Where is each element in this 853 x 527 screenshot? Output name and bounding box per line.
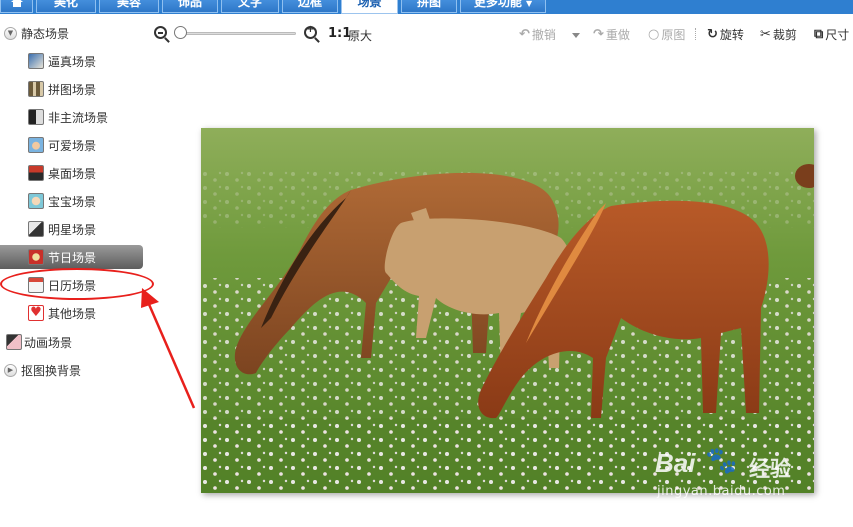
realistic-scene-icon: [28, 53, 44, 69]
watermark-brand-cn: 经验: [749, 457, 791, 481]
crop-icon: ✂: [760, 26, 771, 42]
resize-button[interactable]: ⧉ 尺寸: [814, 26, 849, 42]
chevron-down-icon: ▼: [526, 0, 533, 8]
app-window: 美化 美容 饰品 文字 边框 场景 拼图 更多功能 ▼ ▼ 静态场景 逼真场景 …: [0, 0, 853, 527]
toolbar-divider: [695, 28, 696, 40]
zoom-slider-knob[interactable]: [174, 26, 187, 39]
undo-label: 撤销: [531, 27, 556, 42]
baidu-watermark: Bai 🐾 经验 jingyan.baidu.com: [655, 440, 815, 510]
sidebar-item-label: 宝宝场景: [48, 194, 97, 209]
sidebar-item-festival[interactable]: 节日场景: [0, 245, 143, 269]
crop-button[interactable]: ✂ 裁剪: [760, 26, 797, 42]
tab-beauty[interactable]: 美容: [99, 0, 159, 13]
sidebar-item-label: 非主流场景: [48, 110, 109, 125]
zoom-slider-track[interactable]: [180, 32, 296, 35]
tab-frame[interactable]: 边框: [282, 0, 338, 13]
horses-photo: [201, 128, 814, 493]
redo-label: 重做: [605, 27, 630, 42]
sidebar-item-desktop[interactable]: 桌面场景: [0, 162, 143, 184]
watermark-url: jingyan.baidu.com: [657, 484, 786, 499]
group-static-label: 静态场景: [21, 26, 70, 41]
alternative-scene-icon: [28, 109, 44, 125]
tab-accessories[interactable]: 饰品: [162, 0, 218, 13]
crop-label: 裁剪: [772, 27, 797, 42]
collage-scene-icon: [28, 81, 44, 97]
sidebar-item-label: 可爱场景: [48, 138, 97, 153]
rotate-icon: ↻: [707, 26, 718, 42]
image-toolbar: 1:1 原大 ↶ 撤销 ↷ 重做 ○ 原图 ↻ 旋转 ✂ 裁剪 ⧉ 尺寸: [150, 22, 853, 46]
original-image-button[interactable]: ○ 原图: [648, 26, 685, 42]
redo-button[interactable]: ↷ 重做: [593, 26, 630, 42]
sidebar-item-other[interactable]: ♥ 其他场景: [0, 302, 143, 324]
paw-icon: 🐾: [705, 446, 738, 476]
sidebar-item-realistic[interactable]: 逼真场景: [0, 50, 143, 72]
zoom-out-icon[interactable]: [154, 26, 167, 39]
annotation-ellipse: [0, 268, 154, 300]
main-tab-bar: 美化 美容 饰品 文字 边框 场景 拼图 更多功能 ▼: [0, 0, 853, 14]
expand-icon: ▶: [4, 363, 17, 377]
sidebar-item-label: 明星场景: [48, 222, 97, 237]
home-icon: [10, 0, 23, 7]
zoom-in-icon[interactable]: [304, 24, 317, 39]
sidebar-item-cute[interactable]: 可爱场景: [0, 134, 143, 156]
original-size-label[interactable]: 原大: [348, 27, 372, 44]
tab-text[interactable]: 文字: [221, 0, 279, 13]
tab-scene[interactable]: 场景: [341, 0, 398, 14]
group-static-scenes[interactable]: ▼ 静态场景: [4, 22, 69, 44]
watermark-brand: Bai: [655, 448, 696, 478]
festival-scene-icon: [28, 249, 44, 265]
sidebar-item-label: 桌面场景: [48, 166, 97, 181]
tab-more-label: 更多功能: [473, 0, 522, 9]
sidebar-item-alternative[interactable]: 非主流场景: [0, 106, 143, 128]
photo-canvas[interactable]: [201, 128, 814, 493]
sidebar-item-label: 逼真场景: [48, 54, 97, 69]
baby-scene-icon: [28, 193, 44, 209]
sidebar-item-label: 节日场景: [48, 250, 97, 265]
animated-scene-icon: [6, 334, 22, 350]
cute-scene-icon: [28, 137, 44, 153]
resize-label: 尺寸: [825, 27, 850, 42]
tab-beautify[interactable]: 美化: [36, 0, 96, 13]
heart-icon: ♥: [28, 305, 44, 321]
annotation-arrow: [141, 288, 196, 409]
celebrity-scene-icon: [28, 221, 44, 237]
rotate-button[interactable]: ↻ 旋转: [707, 26, 744, 42]
original-image-icon: ○: [648, 26, 660, 42]
tab-home[interactable]: [0, 0, 33, 13]
sidebar-item-label: 动画场景: [24, 335, 73, 350]
desktop-scene-icon: [28, 165, 44, 181]
resize-icon: ⧉: [814, 26, 824, 42]
collapse-icon: ▼: [4, 26, 17, 40]
sidebar-item-collage[interactable]: 拼图场景: [0, 78, 143, 100]
redo-icon: ↷: [593, 26, 604, 42]
rotate-label: 旋转: [719, 27, 744, 42]
sidebar-item-label: 其他场景: [48, 306, 97, 321]
undo-button[interactable]: ↶ 撤销: [519, 26, 556, 42]
tab-collage[interactable]: 拼图: [401, 0, 457, 13]
group-cutout-bg[interactable]: ▶ 抠图换背景: [4, 359, 81, 381]
tab-more[interactable]: 更多功能 ▼: [460, 0, 546, 13]
group-cutout-label: 抠图换背景: [21, 363, 82, 378]
sidebar-item-animated[interactable]: 动画场景: [0, 331, 143, 353]
undo-dropdown-icon[interactable]: [572, 33, 580, 38]
undo-icon: ↶: [519, 26, 530, 42]
sidebar-item-celebrity[interactable]: 明星场景: [0, 218, 143, 240]
sidebar-item-label: 拼图场景: [48, 82, 97, 97]
sidebar-item-baby[interactable]: 宝宝场景: [0, 190, 143, 212]
original-image-label: 原图: [661, 27, 686, 42]
